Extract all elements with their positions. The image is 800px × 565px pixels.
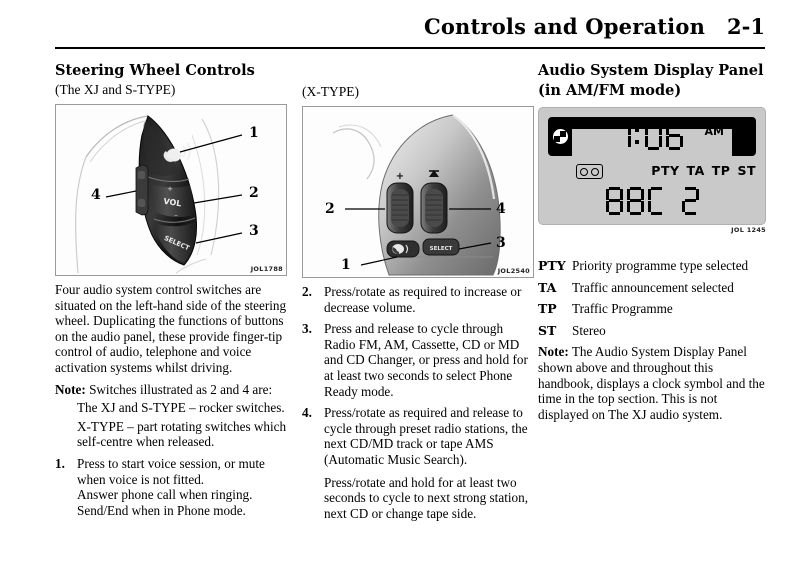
lcd-flags: PTY TA TP ST bbox=[644, 163, 756, 178]
svg-text:SELECT: SELECT bbox=[430, 246, 453, 252]
lcd-digit bbox=[666, 122, 683, 150]
svg-text:–: – bbox=[174, 211, 178, 219]
legend-row: PTY Priority programme type selected bbox=[538, 258, 766, 274]
legend-key: TA bbox=[538, 279, 557, 295]
lcd-station-readout bbox=[548, 186, 756, 216]
mid-numbered-list: 2. Press/rotate as required to increase … bbox=[302, 284, 534, 521]
steering-wheel-controls-heading: Steering Wheel Controls bbox=[55, 62, 255, 79]
list-item-paragraph: Press/rotate and hold for at least two s… bbox=[324, 474, 529, 521]
flag-pty: PTY bbox=[651, 163, 680, 178]
left-figure-subtitle: (The XJ and S-TYPE) bbox=[55, 82, 176, 97]
note-text: The Audio System Display Panel shown abo… bbox=[538, 344, 765, 422]
lcd-digit bbox=[645, 122, 662, 150]
list-item: 4. Press/rotate as required and release … bbox=[302, 405, 534, 521]
page-number: 2-1 bbox=[727, 14, 765, 39]
list-item-number: 3. bbox=[302, 321, 312, 337]
audio-display-heading-line1: Audio System Display Panel bbox=[538, 62, 764, 79]
mid-figure-subtitle: (X-TYPE) bbox=[302, 84, 359, 99]
switch-type-xj: The XJ and S-TYPE – rocker switches. bbox=[77, 400, 285, 416]
audio-display-heading-line2: (in AM/FM mode) bbox=[538, 82, 682, 99]
list-item-paragraph: Press/rotate as required and release to … bbox=[324, 405, 528, 467]
manual-page: Controls and Operation 2-1 Steering Wheel… bbox=[0, 0, 800, 565]
right-column: Audio System Display Panel (in AM/FM mod… bbox=[538, 62, 766, 422]
lcd-digit bbox=[614, 122, 631, 150]
left-column: Steering Wheel Controls (The XJ and S-TY… bbox=[55, 62, 287, 518]
left-note-line: Note: Switches illustrated as 2 and 4 ar… bbox=[55, 382, 287, 398]
lcd-digit bbox=[681, 187, 699, 215]
svg-text:+: + bbox=[167, 185, 173, 193]
legend-key: PTY bbox=[538, 258, 566, 273]
header-rule bbox=[55, 47, 765, 49]
legend-row: TA Traffic announcement selected bbox=[538, 280, 766, 296]
legend-value: Traffic announcement selected bbox=[572, 279, 734, 295]
list-item-number: 2. bbox=[302, 284, 312, 299]
svg-text:+: + bbox=[396, 171, 404, 182]
callout-1: 1 bbox=[341, 257, 351, 273]
audio-system-display-panel: AM PTY TA TP ST bbox=[538, 107, 766, 225]
list-item-number: 4. bbox=[302, 405, 312, 421]
middle-column: (X-TYPE) + SELECT 2 4 1 3 JOL2540 2. Pre… bbox=[302, 62, 534, 521]
display-legend: PTY Priority programme type selected TA … bbox=[538, 258, 766, 338]
clock-icon bbox=[553, 129, 568, 144]
list-item-line: when voice is not fitted. bbox=[77, 471, 205, 487]
lcd-time-readout bbox=[614, 122, 683, 150]
callout-2: 2 bbox=[249, 185, 259, 201]
list-item-line: Answer phone call when ringing. bbox=[77, 487, 253, 503]
lcd-colon bbox=[635, 122, 641, 150]
legend-value: Stereo bbox=[572, 322, 606, 338]
lcd-indicator-row: PTY TA TP ST bbox=[548, 163, 756, 180]
callout-1: 1 bbox=[249, 125, 259, 141]
legend-row: TP Traffic Programme bbox=[538, 301, 766, 317]
figure-xj-stype-switchpack: VOL + – SELECT 1 2 3 4 JOL1788 bbox=[55, 104, 287, 276]
note-label: Note: bbox=[55, 381, 86, 397]
flag-tp: TP bbox=[711, 163, 731, 178]
list-item-line: Send/End when in Phone mode. bbox=[77, 502, 246, 518]
list-item-line: Press to start voice session, or mute bbox=[77, 455, 265, 471]
figure-caption-jol1245: JOL 1245 bbox=[731, 226, 766, 234]
legend-value: Priority programme type selected bbox=[572, 258, 749, 273]
figure-caption-jol2540: JOL2540 bbox=[497, 267, 530, 275]
list-item: 1. Press to start voice session, or mute… bbox=[55, 456, 287, 518]
left-numbered-list: 1. Press to start voice session, or mute… bbox=[55, 456, 287, 518]
list-item-paragraph: Press and release to cycle through Radio… bbox=[324, 321, 528, 399]
callout-2: 2 bbox=[325, 201, 335, 217]
flag-ta: TA bbox=[686, 163, 705, 178]
page-title: Controls and Operation bbox=[423, 14, 706, 39]
note-text: Switches illustrated as 2 and 4 are: bbox=[89, 381, 273, 397]
lcd-meridiem: AM bbox=[704, 125, 724, 138]
xtype-illustration: + – SELECT bbox=[332, 114, 501, 276]
list-item: 2. Press/rotate as required to increase … bbox=[302, 284, 534, 315]
lcd-digit bbox=[647, 187, 665, 215]
legend-key: ST bbox=[538, 322, 557, 338]
figure-xtype-switchpack: + – SELECT bbox=[302, 106, 534, 278]
legend-row: ST Stereo bbox=[538, 323, 766, 339]
lcd-digit bbox=[626, 187, 644, 215]
legend-key: TP bbox=[538, 301, 557, 317]
switch-type-xtype: X-TYPE – part rotating switches which se… bbox=[77, 418, 287, 450]
callout-3: 3 bbox=[496, 235, 506, 251]
audio-display-figure: AM PTY TA TP ST JOL 1245 bbox=[538, 107, 766, 239]
flag-st: ST bbox=[737, 163, 756, 178]
list-item-paragraph: Press/rotate as required to increase or … bbox=[324, 284, 522, 315]
page-header: Controls and Operation 2-1 bbox=[55, 14, 765, 39]
right-note: Note: The Audio System Display Panel sho… bbox=[538, 344, 766, 422]
note-label: Note: bbox=[538, 344, 569, 360]
lcd-digit bbox=[605, 187, 623, 215]
cassette-icon bbox=[576, 164, 603, 179]
figure-caption-jol1788: JOL1788 bbox=[250, 265, 283, 273]
callout-4: 4 bbox=[91, 187, 101, 203]
list-item: 3. Press and release to cycle through Ra… bbox=[302, 321, 534, 399]
list-item-number: 1. bbox=[55, 455, 65, 471]
legend-value: Traffic Programme bbox=[572, 301, 673, 317]
callout-4: 4 bbox=[496, 201, 506, 217]
lcd-top-section: AM bbox=[548, 117, 756, 156]
left-intro-paragraph: Four audio system control switches are s… bbox=[55, 282, 287, 375]
callout-3: 3 bbox=[249, 223, 259, 239]
